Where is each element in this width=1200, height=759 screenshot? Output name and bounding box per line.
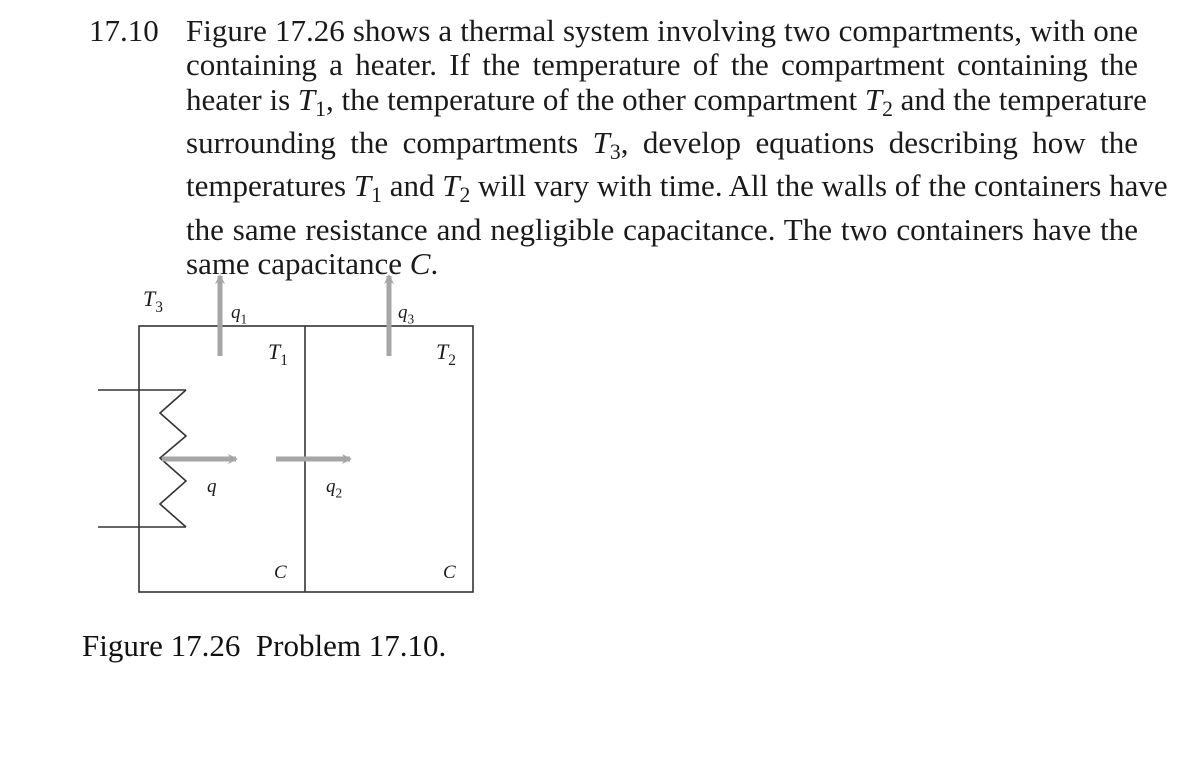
label-C-right: C [443, 562, 456, 583]
label-T3: T3 [143, 286, 163, 316]
label-q1: q1 [231, 302, 247, 326]
label-T1: T1 [268, 339, 288, 369]
label-q2: q2 [326, 476, 342, 500]
label-q3: q3 [398, 302, 415, 326]
label-T2: T2 [436, 339, 456, 369]
label-C-left: C [274, 562, 287, 583]
figure-caption: Figure 17.26 Problem 17.10. [82, 628, 447, 663]
label-q: q [207, 476, 217, 497]
